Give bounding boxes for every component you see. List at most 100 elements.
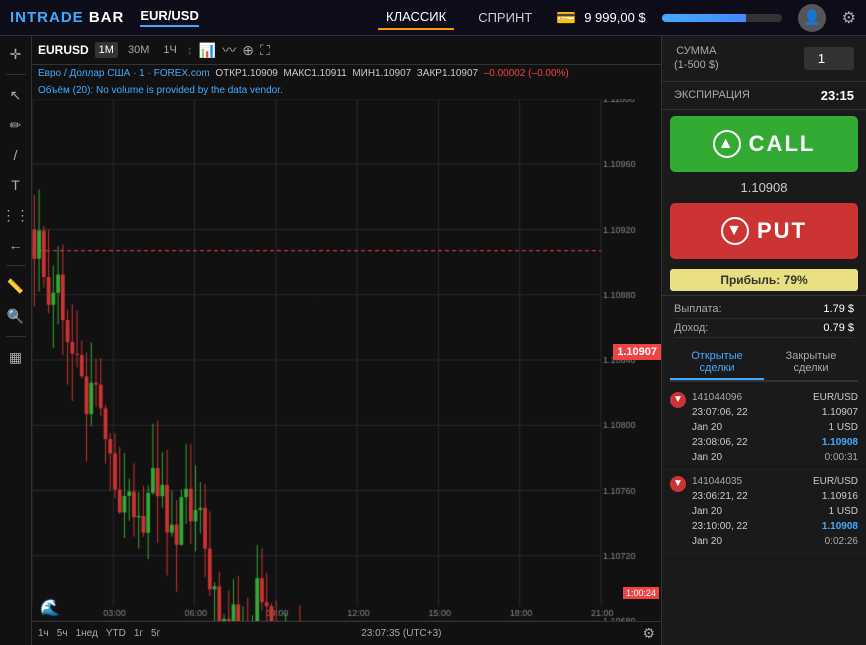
time-5y[interactable]: 5г (151, 628, 160, 639)
app-logo: INTRADE BAR (10, 9, 124, 26)
toolbar-sep-1 (6, 74, 26, 75)
sum-input[interactable] (804, 47, 854, 70)
arrow-tool[interactable]: ← (4, 233, 28, 257)
current-timestamp: 23:07:35 (UTC+3) (361, 628, 441, 639)
tab-closed-trades[interactable]: Закрытые сделки (764, 346, 858, 380)
trade-price-info: EUR/USD 1.10916 1 USD 1.10908 0:02:26 (776, 474, 858, 549)
trade-row: ▼ 141044096 23:07:06, 22 Jan 20 23:08:06… (662, 386, 866, 470)
trade-pair: EUR/USD (776, 474, 858, 489)
trade-direction-icon: ▼ (670, 476, 686, 492)
trade-close-date: 23:08:06, 22 (692, 435, 774, 450)
layer-tool[interactable]: ▦ (4, 345, 28, 369)
trade-price-open: 1.10907 (776, 405, 858, 420)
left-toolbar: ✛ ↖ ✏ / T ⋮⋮ ← 📏 🔍 ▦ (0, 36, 32, 645)
toolbar-sep-2 (6, 265, 26, 266)
tf-30m[interactable]: 30M (124, 42, 153, 58)
screenshot-icon[interactable]: ⛶ (260, 42, 270, 59)
current-pair[interactable]: EUR/USD (140, 8, 199, 27)
candle-type-icon[interactable]: 📊 (199, 42, 216, 59)
tf-1h[interactable]: 1Ч (159, 42, 180, 58)
trade-amount: 1 USD (776, 504, 858, 519)
trade-price-close: 1.10908 (776, 435, 858, 450)
tf-1m[interactable]: 1M (95, 42, 118, 58)
crosshair-tool[interactable]: ✛ (4, 42, 28, 66)
trade-open-date2: Jan 20 (692, 420, 774, 435)
time-1y[interactable]: 1г (134, 628, 143, 639)
tab-open-trades[interactable]: Открытые сделки (670, 346, 764, 380)
right-panel: СУММА (1-500 $) ЭКСПИРАЦИЯ 23:15 ▲ CALL … (661, 36, 866, 645)
chart-bottom-bar: 1ч 5ч 1нед YTD 1г 5г 23:07:35 (UTC+3) ⚙ (32, 621, 661, 645)
chart-area: EURUSD 1M 30M 1Ч ↕ 📊 〰 ⊕ ⛶ Евро / Доллар… (32, 36, 661, 645)
time-1h[interactable]: 1ч (38, 628, 49, 639)
profit-value: 79% (784, 273, 808, 287)
call-button[interactable]: ▲ CALL (670, 116, 858, 172)
text-tool[interactable]: T (4, 173, 28, 197)
wallet-icon: 💳 (556, 8, 576, 28)
trade-details: 141044035 23:06:21, 22 Jan 20 23:10:00, … (692, 474, 774, 549)
chart-ohlc: ОТКР1.10909 МАКС1.10911 МИН1.10907 ЗАКР1… (213, 68, 569, 79)
time-1d[interactable]: 1нед (76, 628, 98, 639)
trade-amount: 1 USD (776, 420, 858, 435)
payout-value: 1.79 $ (823, 303, 854, 315)
profit-label: Прибыль: (720, 273, 780, 287)
trade-pair: EUR/USD (776, 390, 858, 405)
call-arrow-icon: ▲ (713, 130, 741, 158)
topnav-settings-icon[interactable]: ⚙ (842, 8, 856, 28)
put-label: PUT (757, 218, 807, 244)
payout-label: Выплата: (674, 303, 722, 315)
time-ytd[interactable]: YTD (106, 628, 126, 639)
stats-block: Выплата: 1.79 $ Доход: 0.79 $ (662, 295, 866, 342)
add-indicator-icon[interactable]: ⊕ (242, 42, 254, 59)
pencil-tool[interactable]: ✏ (4, 113, 28, 137)
toolbar-sep-3 (6, 336, 26, 337)
account-info: 💳 9 999,00 $ (556, 8, 645, 28)
chart-toolbar: EURUSD 1M 30M 1Ч ↕ 📊 〰 ⊕ ⛶ (32, 36, 661, 65)
main-layout: ✛ ↖ ✏ / T ⋮⋮ ← 📏 🔍 ▦ EURUSD 1M 30M 1Ч ↕ … (0, 36, 866, 645)
chart-volume-info: Объём (20): No volume is provided by the… (32, 82, 661, 99)
trade-price-close: 1.10908 (776, 519, 858, 534)
topnav: INTRADE BAR EUR/USD КЛАССИК СПРИНТ 💳 9 9… (0, 0, 866, 36)
call-label: CALL (749, 131, 816, 157)
trade-duration: 0:02:26 (776, 534, 858, 549)
nav-sprint[interactable]: СПРИНТ (470, 6, 540, 29)
trade-close-date: 23:10:00, 22 (692, 519, 774, 534)
profit-block: Прибыль: 79% (670, 269, 858, 291)
trade-close-date2: Jan 20 (692, 534, 774, 549)
trade-open-date2: Jan 20 (692, 504, 774, 519)
price-chart[interactable] (32, 99, 661, 621)
line-tool[interactable]: / (4, 143, 28, 167)
trade-price-info: EUR/USD 1.10907 1 USD 1.10908 0:00:31 (776, 390, 858, 465)
cursor-tool[interactable]: ↖ (4, 83, 28, 107)
pattern-tool[interactable]: ⋮⋮ (4, 203, 28, 227)
trade-open-date: 23:06:21, 22 (692, 489, 774, 504)
sum-label: СУММА (1-500 $) (674, 44, 719, 73)
nav-classic[interactable]: КЛАССИК (378, 5, 454, 30)
put-button[interactable]: ▼ PUT (670, 203, 858, 259)
chart-canvas-area[interactable]: 1.10907 1:00:24 (32, 99, 661, 621)
trade-id: 141044096 (692, 390, 774, 405)
trade-close-date2: Jan 20 (692, 450, 774, 465)
chart-settings-icon[interactable]: ⚙ (642, 625, 655, 642)
indicator-icon[interactable]: 〰 (222, 40, 236, 60)
ruler-tool[interactable]: 📏 (4, 274, 28, 298)
expiration-block: ЭКСПИРАЦИЯ 23:15 (662, 82, 866, 110)
chart-pair-name: Евро / Доллар США · 1 · FOREX.com (38, 68, 210, 79)
balance-display: 9 999,00 $ (584, 10, 645, 25)
trades-tabs: Открытые сделки Закрытые сделки (670, 346, 858, 382)
exp-value[interactable]: 23:15 (821, 88, 854, 103)
trade-row: ▼ 141044035 23:06:21, 22 Jan 20 23:10:00… (662, 470, 866, 554)
chart-info-bar: Евро / Доллар США · 1 · FOREX.com ОТКР1.… (32, 65, 661, 82)
trade-open-date: 23:07:06, 22 (692, 405, 774, 420)
zoom-tool[interactable]: 🔍 (4, 304, 28, 328)
current-price-label: 1.10907 (613, 344, 661, 360)
avatar[interactable]: 👤 (798, 4, 826, 32)
tf-sep: ↕ (187, 43, 193, 57)
progress-bar (662, 14, 782, 22)
chart-symbol: EURUSD (38, 43, 89, 57)
trade-details: 141044096 23:07:06, 22 Jan 20 23:08:06, … (692, 390, 774, 465)
put-arrow-icon: ▼ (721, 217, 749, 245)
time-5h[interactable]: 5ч (57, 628, 68, 639)
income-label: Доход: (674, 322, 708, 334)
trade-list: ▼ 141044096 23:07:06, 22 Jan 20 23:08:06… (662, 382, 866, 558)
payout-row: Выплата: 1.79 $ (674, 300, 854, 319)
